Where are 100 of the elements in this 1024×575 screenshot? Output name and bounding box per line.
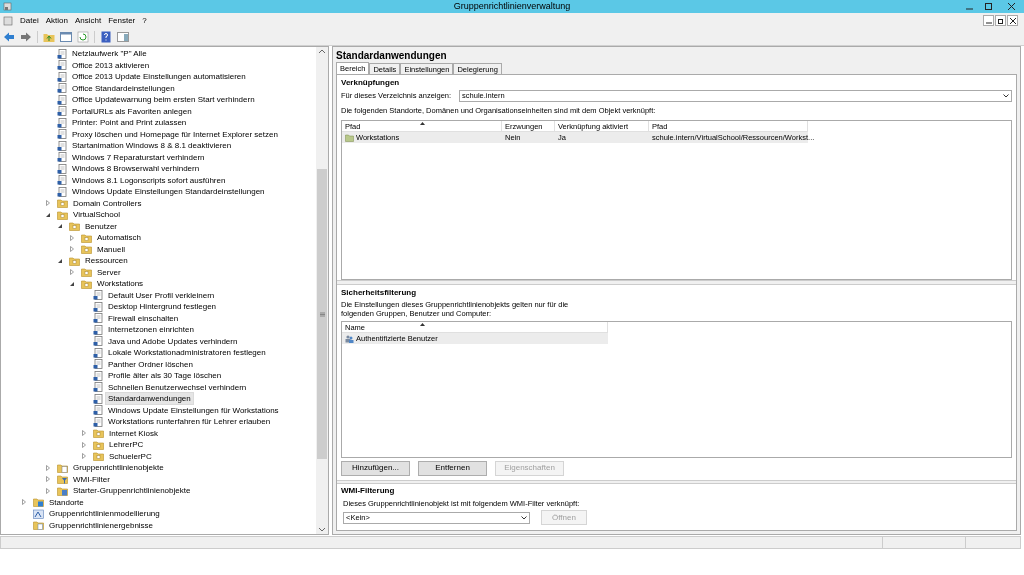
- policy-link-icon: [57, 140, 67, 151]
- tree-item[interactable]: Office Updatewarnung beim ersten Start verhindern: [69, 93, 258, 107]
- folder-icon: [57, 209, 68, 220]
- results-folder-icon: [33, 520, 44, 531]
- modeling-icon: [33, 508, 44, 519]
- scrollbar-thumb[interactable]: [317, 169, 327, 459]
- tree-item[interactable]: Standorte: [46, 495, 87, 509]
- tree-item[interactable]: Gruppenrichtlinienergebnisse: [46, 518, 157, 532]
- mdi-close-button[interactable]: [1007, 15, 1018, 26]
- help-icon[interactable]: [100, 30, 112, 43]
- tree-item[interactable]: Workstations: [94, 277, 147, 291]
- tree-item[interactable]: Workstations runterfahren für Lehrer erlauben: [105, 415, 274, 429]
- mdi-restore-button[interactable]: [995, 15, 1006, 26]
- tree-item[interactable]: Desktop Hintergrund festlegen: [105, 300, 220, 314]
- section-heading: Sicherheitsfilterung: [341, 288, 418, 298]
- tree-item[interactable]: Printer: Point and Print zulassen: [69, 116, 190, 130]
- close-icon: [1007, 3, 1015, 10]
- policy-link-icon: [93, 290, 103, 301]
- app-icon: [3, 2, 12, 11]
- section-heading: Verknüpfungen: [341, 78, 401, 88]
- dialog-button[interactable]: Entfernen: [418, 460, 487, 476]
- tree-item[interactable]: Server: [94, 265, 124, 279]
- tree-item[interactable]: Proxy löschen und Homepage für Internet Explorer setzen: [69, 127, 281, 141]
- tree-item[interactable]: Internetzonen einrichten: [105, 323, 197, 337]
- tree-item[interactable]: Office 2013 aktivieren: [69, 58, 153, 72]
- close-icon: [1009, 17, 1016, 24]
- expand-arrow-icon[interactable]: [21, 499, 27, 506]
- tree-item[interactable]: Office 2013 Update Einstellungen automatisieren: [69, 70, 249, 84]
- window-title: Gruppenrichtlinienverwaltung: [453, 0, 571, 13]
- policy-link-icon: [93, 370, 103, 381]
- folder-icon: [81, 244, 92, 255]
- tree-item[interactable]: Schnellen Benutzerwechsel verhindern: [105, 380, 250, 394]
- tree-item[interactable]: Standardanwendungen: [105, 392, 194, 406]
- tree-item[interactable]: Office Standardeinstellungen: [69, 81, 178, 95]
- section-heading: WMI-Filterung: [341, 485, 396, 496]
- tree-item[interactable]: Startanimation Windows 8 & 8.1 deaktivieren: [69, 139, 235, 153]
- tree-item[interactable]: WMI-Filter: [70, 472, 113, 486]
- policy-link-icon: [57, 129, 67, 140]
- policy-link-icon: [93, 324, 103, 335]
- tree-item[interactable]: Java und Adobe Updates verhindern: [105, 334, 241, 348]
- tree-item[interactable]: Windows 8.1 Logonscripts sofort ausführen: [69, 173, 229, 187]
- tree-item[interactable]: Lokale Workstationadministratoren festlegen: [105, 346, 269, 360]
- tree-item[interactable]: Windows Update Einstellungen Standardeinstellungen: [69, 185, 268, 199]
- tree-item[interactable]: Firewall einschalten: [105, 311, 182, 325]
- tree-item[interactable]: Windows Update Einstellungen für Workstations: [105, 403, 282, 417]
- menu-item[interactable]: ?: [142, 14, 147, 27]
- policy-link-icon: [57, 106, 67, 117]
- expand-arrow-icon[interactable]: [69, 269, 75, 276]
- folder-icon: [93, 451, 104, 462]
- policy-link-icon: [93, 347, 103, 358]
- forward-icon[interactable]: [20, 30, 32, 43]
- policy-link-icon: [93, 301, 103, 312]
- tree-item[interactable]: SchuelerPC: [106, 449, 155, 463]
- scrollbar[interactable]: [316, 47, 328, 534]
- filter-folder-icon: [57, 474, 68, 485]
- policy-link-icon: [57, 152, 67, 163]
- policy-link-icon: [57, 175, 67, 186]
- tree-item[interactable]: Profile älter als 30 Tage löschen: [105, 369, 225, 383]
- menu-item[interactable]: Aktion: [45, 14, 68, 27]
- tree-item[interactable]: PortalURLs als Favoriten anlegen: [69, 104, 195, 118]
- policy-link-icon: [57, 186, 67, 197]
- tree-item[interactable]: Internet Kiosk: [106, 426, 161, 440]
- folder-icon: [93, 428, 104, 439]
- policy-link-icon: [93, 313, 103, 324]
- tree-item[interactable]: Benutzer: [82, 219, 121, 233]
- tree-item[interactable]: Gruppenrichtlinienmodellierung: [46, 507, 163, 521]
- sort-arrow-icon: [420, 323, 425, 326]
- document-icon: [3, 15, 13, 26]
- expand-arrow-icon[interactable]: [45, 200, 51, 207]
- console-tree-icon[interactable]: [60, 30, 72, 43]
- policy-link-icon: [93, 405, 103, 416]
- back-icon[interactable]: [3, 30, 15, 43]
- dialog-button[interactable]: Hinzufügen...: [341, 460, 410, 476]
- menu-item[interactable]: Fenster: [108, 14, 136, 27]
- policy-link-icon: [57, 117, 67, 128]
- tree-item[interactable]: LehrerPC: [106, 438, 147, 452]
- pane-title: Standardanwendungen: [336, 50, 448, 62]
- refresh-icon[interactable]: [77, 30, 89, 43]
- tree-item[interactable]: Starter-Gruppenrichtlinienobjekte: [70, 484, 194, 498]
- restore-icon: [997, 17, 1004, 24]
- tree-item[interactable]: Windows 8 Browserwahl verhindern: [69, 162, 203, 176]
- tree-item[interactable]: Ressourcen: [82, 254, 131, 268]
- tree-item[interactable]: Gruppenrichtlinienobjekte: [70, 461, 167, 475]
- tree-item[interactable]: Manuell: [94, 242, 128, 256]
- tree-item[interactable]: Panther Ordner löschen: [105, 357, 196, 371]
- tree-item[interactable]: Netzlaufwerk "P" Alle: [69, 47, 150, 61]
- tree-item[interactable]: VirtualSchool: [70, 208, 123, 222]
- tree-item[interactable]: Windows 7 Reparaturstart verhindern: [69, 150, 208, 164]
- folder-icon: [57, 485, 68, 496]
- policy-link-icon: [57, 60, 67, 71]
- tree-item[interactable]: Default User Profil verkleinern: [105, 288, 218, 302]
- tree-item[interactable]: Automatisch: [94, 231, 145, 245]
- tree-item[interactable]: Domain Controllers: [70, 196, 145, 210]
- menu-item[interactable]: Datei: [20, 14, 39, 27]
- folder-icon: [93, 439, 104, 450]
- action-pane-icon[interactable]: [117, 30, 129, 43]
- collapse-arrow-icon[interactable]: [69, 280, 75, 287]
- folder-icon: [345, 133, 354, 142]
- menu-item[interactable]: Ansicht: [74, 14, 102, 27]
- collapse-arrow-icon[interactable]: [57, 257, 63, 264]
